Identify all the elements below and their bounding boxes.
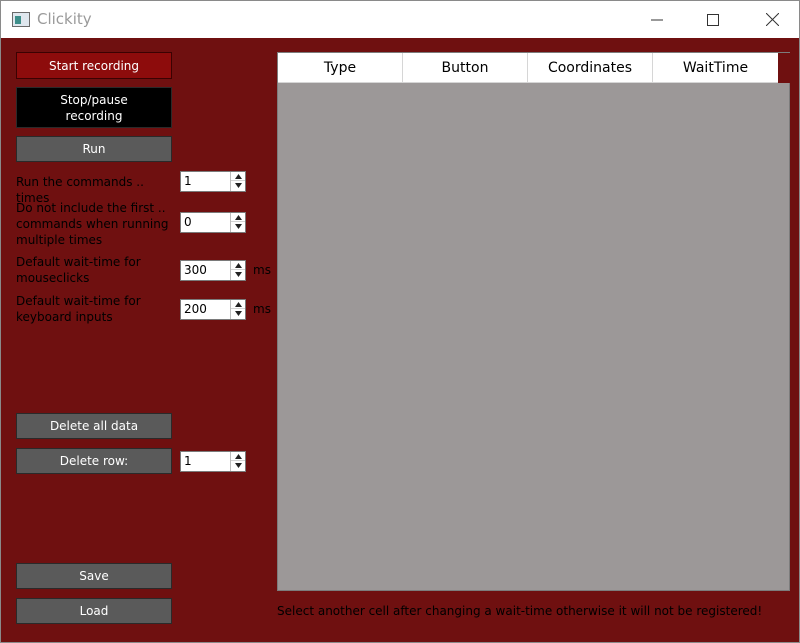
delete-row-value[interactable]: 1 — [184, 454, 192, 468]
table-header: Type Button Coordinates WaitTime — [278, 53, 790, 83]
skip-first-label: Do not include the first .. commands whe… — [16, 201, 169, 247]
main-panel: Start recording Stop/pause recording Run… — [1, 38, 799, 642]
arrow-down-icon — [234, 311, 242, 316]
spinbox-arrows[interactable] — [230, 261, 245, 280]
title-bar[interactable]: Clickity — [1, 1, 799, 38]
column-header-button[interactable]: Button — [403, 53, 528, 83]
column-header-waittime[interactable]: WaitTime — [653, 53, 778, 83]
header-filler — [778, 53, 790, 83]
app-window: Clickity Start recording Stop/pause reco… — [0, 0, 800, 643]
increment-button[interactable] — [231, 213, 245, 222]
delete-row-button[interactable]: Delete row: — [16, 448, 172, 474]
mouse-wait-value[interactable]: 300 — [184, 263, 207, 277]
minimize-button[interactable] — [634, 1, 680, 38]
increment-button[interactable] — [231, 261, 245, 270]
mouse-wait-label: Default wait-time for mouseclicks — [16, 255, 141, 285]
mouse-wait-spinbox[interactable]: 300 — [180, 260, 246, 281]
stop-pause-recording-button[interactable]: Stop/pause recording — [16, 87, 172, 128]
arrow-down-icon — [234, 183, 242, 188]
commands-table[interactable]: Type Button Coordinates WaitTime — [277, 52, 790, 591]
keyboard-wait-label: Default wait-time for keyboard inputs — [16, 294, 141, 324]
increment-button[interactable] — [231, 452, 245, 461]
mouse-wait-unit: ms — [253, 263, 271, 277]
decrement-button[interactable] — [231, 181, 245, 190]
run-times-value[interactable]: 1 — [184, 174, 192, 188]
maximize-button[interactable] — [690, 1, 736, 38]
decrement-button[interactable] — [231, 461, 245, 470]
arrow-down-icon — [234, 224, 242, 229]
skip-first-value[interactable]: 0 — [184, 215, 192, 229]
increment-button[interactable] — [231, 172, 245, 181]
decrement-button[interactable] — [231, 222, 245, 231]
arrow-up-icon — [234, 214, 242, 220]
save-button[interactable]: Save — [16, 563, 172, 589]
arrow-down-icon — [234, 463, 242, 468]
spinbox-arrows[interactable] — [230, 213, 245, 232]
keyboard-wait-spinbox[interactable]: 200 — [180, 299, 246, 320]
arrow-up-icon — [234, 301, 242, 307]
column-header-type[interactable]: Type — [278, 53, 403, 83]
decrement-button[interactable] — [231, 270, 245, 279]
arrow-up-icon — [234, 173, 242, 179]
close-button[interactable] — [749, 1, 795, 38]
arrow-up-icon — [234, 453, 242, 459]
minimize-icon — [651, 19, 663, 20]
spinbox-arrows[interactable] — [230, 300, 245, 319]
run-times-spinbox[interactable]: 1 — [180, 171, 246, 192]
maximize-icon — [707, 13, 719, 26]
run-button[interactable]: Run — [16, 136, 172, 162]
column-header-coordinates[interactable]: Coordinates — [528, 53, 653, 83]
window-title: Clickity — [37, 10, 92, 28]
arrow-down-icon — [234, 272, 242, 277]
close-icon — [765, 13, 779, 26]
decrement-button[interactable] — [231, 309, 245, 318]
keyboard-wait-value[interactable]: 200 — [184, 302, 207, 316]
delete-row-spinbox[interactable]: 1 — [180, 451, 246, 472]
app-icon — [12, 12, 30, 27]
spinbox-arrows[interactable] — [230, 452, 245, 471]
status-message: Select another cell after changing a wai… — [277, 604, 763, 618]
delete-all-data-button[interactable]: Delete all data — [16, 413, 172, 439]
increment-button[interactable] — [231, 300, 245, 309]
arrow-up-icon — [234, 262, 242, 268]
load-button[interactable]: Load — [16, 598, 172, 624]
spinbox-arrows[interactable] — [230, 172, 245, 191]
keyboard-wait-unit: ms — [253, 302, 271, 316]
start-recording-button[interactable]: Start recording — [16, 52, 172, 79]
skip-first-spinbox[interactable]: 0 — [180, 212, 246, 233]
